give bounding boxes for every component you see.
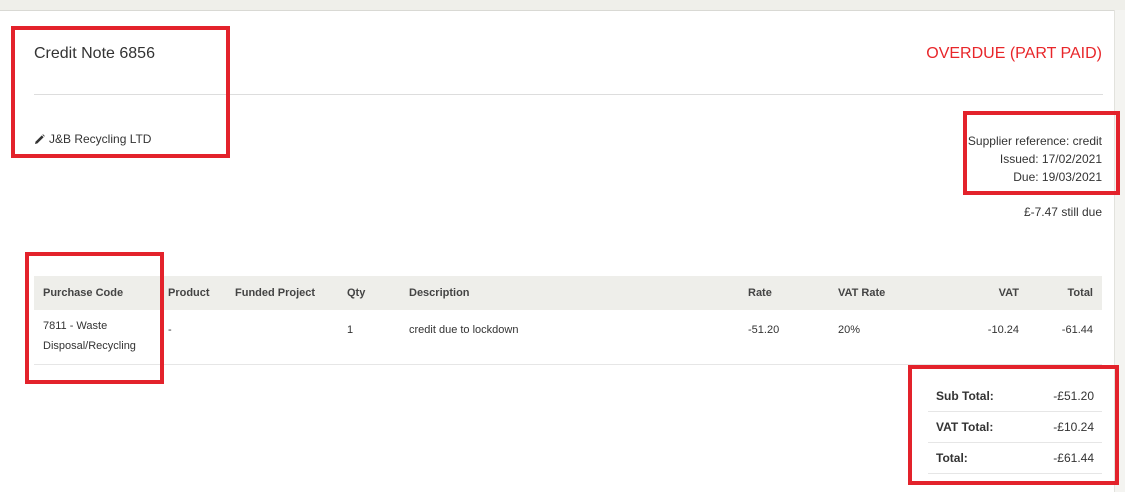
cell-qty: 1 (347, 324, 354, 336)
highlight-box-totals (908, 365, 1119, 485)
col-vat-rate: VAT Rate (829, 276, 955, 310)
cell-vat: -10.24 (987, 324, 1019, 336)
cell-vat-rate: 20% (838, 324, 861, 336)
table-header-row: Purchase Code Product Funded Project Qty… (34, 276, 1102, 310)
status-badge: OVERDUE (PART PAID) (926, 45, 1102, 62)
col-rate: Rate (739, 276, 829, 310)
col-qty: Qty (338, 276, 400, 310)
col-funded-project: Funded Project (226, 276, 338, 310)
col-total: Total (1028, 276, 1102, 310)
cell-description: credit due to lockdown (409, 324, 519, 336)
amount-still-due: £-7.47 still due (1023, 205, 1102, 219)
cell-product: - (168, 324, 172, 336)
col-vat: VAT (955, 276, 1028, 310)
top-toolbar-strip (0, 0, 1125, 11)
table-row: 7811 - Waste Disposal/Recycling - 1 cred… (34, 310, 1102, 365)
line-items-table: Purchase Code Product Funded Project Qty… (34, 276, 1102, 365)
highlight-box-meta (963, 111, 1120, 195)
cell-funded-project (226, 310, 338, 365)
highlight-box-title (11, 26, 230, 158)
cell-rate: -51.20 (748, 324, 780, 336)
cell-total: -61.44 (1061, 324, 1093, 336)
col-description: Description (400, 276, 739, 310)
col-product: Product (159, 276, 226, 310)
highlight-box-purchase-code (25, 252, 164, 384)
